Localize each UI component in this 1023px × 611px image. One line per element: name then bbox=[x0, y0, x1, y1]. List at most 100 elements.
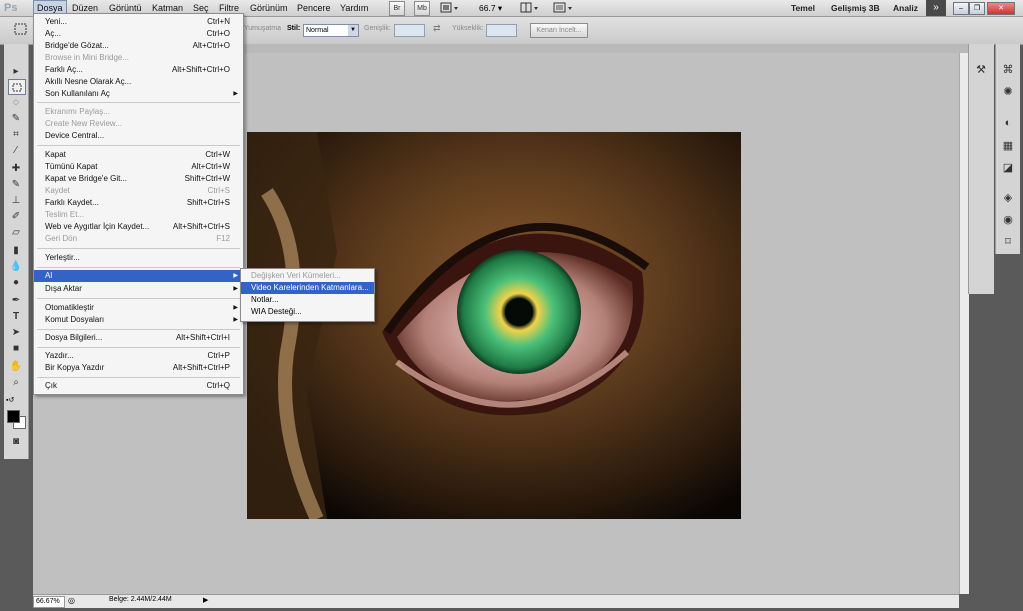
submenu-item-notlar[interactable]: Notlar... bbox=[241, 294, 374, 306]
width-label: Genişlik: bbox=[364, 25, 391, 32]
menu-item-farkli-ac[interactable]: Farklı Aç... Alt+Shift+Ctrl+O bbox=[34, 64, 243, 76]
menu-separator bbox=[37, 248, 240, 249]
menu-gorunum[interactable]: Görünüm bbox=[247, 1, 291, 15]
menu-item-shortcut: Shift+Ctrl+W bbox=[184, 174, 230, 183]
swatches-panel-icon[interactable]: ▦ bbox=[1000, 138, 1016, 152]
menu-item-kapat[interactable]: Kapat Ctrl+W bbox=[34, 149, 243, 161]
menu-item-komut-dosyalari[interactable]: Komut Dosyaları ▶ bbox=[34, 314, 243, 326]
menu-item-tumunu-kapat[interactable]: Tümünü Kapat Alt+Ctrl+W bbox=[34, 161, 243, 173]
quick-mask-icon[interactable]: ◙ bbox=[8, 434, 24, 448]
tool-presets-icon[interactable]: ⚒ bbox=[973, 62, 989, 76]
menu-separator bbox=[37, 347, 240, 348]
menu-yardim[interactable]: Yardım bbox=[337, 1, 371, 15]
status-bar: 66.67% ◎ Belge: 2.44M/2.44M ▶ bbox=[33, 594, 959, 608]
foreground-color-swatch[interactable] bbox=[7, 410, 20, 423]
screen-mode-icon[interactable] bbox=[553, 2, 575, 14]
submenu-item-wia[interactable]: WIA Desteği... bbox=[241, 306, 374, 318]
menu-item-label: Farklı Aç... bbox=[45, 65, 83, 74]
brush-panel-icon[interactable]: ⌘ bbox=[1000, 62, 1016, 76]
menu-item-web-kaydet[interactable]: Web ve Aygıtlar İçin Kaydet... Alt+Shift+… bbox=[34, 221, 243, 233]
menu-item-otomatiklestir[interactable]: Otomatikleştir ▶ bbox=[34, 302, 243, 314]
blur-tool-icon[interactable]: 💧 bbox=[8, 259, 24, 273]
quick-selection-tool-icon[interactable]: ✎ bbox=[8, 111, 24, 125]
clone-stamp-tool-icon[interactable]: ⊥ bbox=[8, 193, 24, 207]
document-image[interactable] bbox=[247, 132, 741, 519]
menu-item-device-central[interactable]: Device Central... bbox=[34, 130, 243, 142]
menu-item-label: Tümünü Kapat bbox=[45, 162, 98, 171]
menu-item-son-kullanilan[interactable]: Son Kullanılanı Aç ▶ bbox=[34, 88, 243, 100]
style-select[interactable]: Normal ▼ bbox=[303, 24, 359, 37]
height-field[interactable] bbox=[486, 24, 517, 37]
view-extras-icon[interactable] bbox=[440, 2, 460, 14]
menu-pencere[interactable]: Pencere bbox=[294, 1, 334, 15]
type-tool-icon[interactable]: T bbox=[8, 309, 24, 323]
path-selection-tool-icon[interactable]: ➤ bbox=[8, 325, 24, 339]
menu-item-yeni[interactable]: Yeni... Ctrl+N bbox=[34, 16, 243, 28]
close-icon[interactable]: ✕ bbox=[987, 2, 1015, 15]
dodge-tool-icon[interactable]: ● bbox=[8, 275, 24, 289]
menu-item-bridge-gozat[interactable]: Bridge'de Gözat... Alt+Ctrl+O bbox=[34, 40, 243, 52]
style-label: Stil: bbox=[287, 25, 301, 32]
refine-edge-button[interactable]: Kenarı İncelt... bbox=[530, 23, 588, 38]
zoom-select[interactable]: 66.7 ▾ bbox=[479, 2, 502, 14]
zoom-tool-icon[interactable]: ⌕ bbox=[8, 375, 24, 389]
status-info-icon[interactable]: ◎ bbox=[68, 596, 75, 605]
color-panel-icon[interactable]: ◐ bbox=[1000, 116, 1016, 130]
menu-item-farkli-kaydet[interactable]: Farklı Kaydet... Shift+Ctrl+S bbox=[34, 197, 243, 209]
arrange-documents-icon[interactable] bbox=[520, 2, 540, 14]
panel-dock-icons: ⌘ ✺ ◐ ▦ ◪ ◈ ◉ ⌑ bbox=[995, 44, 1020, 254]
submenu-item-video-kareleri[interactable]: Video Karelerinden Katmanlara... bbox=[241, 282, 374, 294]
bridge-button[interactable]: Br bbox=[389, 1, 405, 16]
crop-tool-icon[interactable]: ⌗ bbox=[8, 127, 24, 141]
paths-panel-icon[interactable]: ⌑ bbox=[1000, 234, 1016, 248]
menu-item-al[interactable]: Al ▶ bbox=[34, 270, 243, 282]
menu-item-shortcut: Shift+Ctrl+S bbox=[186, 198, 230, 207]
styles-panel-icon[interactable]: ◪ bbox=[1000, 160, 1016, 174]
marquee-preset-icon[interactable] bbox=[12, 21, 30, 37]
eraser-tool-icon[interactable]: ▱ bbox=[8, 225, 24, 239]
menu-item-bir-kopya-yazdir[interactable]: Bir Kopya Yazdır Alt+Shift+Ctrl+P bbox=[34, 362, 243, 374]
gradient-tool-icon[interactable]: ▮ bbox=[8, 243, 24, 257]
menu-item-yazdir[interactable]: Yazdır... Ctrl+P bbox=[34, 350, 243, 362]
move-tool-icon[interactable]: ▸ bbox=[8, 64, 24, 78]
channels-panel-icon[interactable]: ◉ bbox=[1000, 212, 1016, 226]
pen-tool-icon[interactable]: ✒ bbox=[8, 293, 24, 307]
lasso-tool-icon[interactable]: ◌ bbox=[8, 95, 24, 109]
menu-item-label: Web ve Aygıtlar İçin Kaydet... bbox=[45, 222, 150, 231]
workspace-gelismis-3b[interactable]: Gelişmiş 3B bbox=[831, 1, 880, 15]
menu-item-shortcut: Ctrl+Q bbox=[206, 381, 230, 390]
menu-item-shortcut: Ctrl+W bbox=[205, 150, 230, 159]
brush-tool-icon[interactable]: ✎ bbox=[8, 177, 24, 191]
mini-bridge-button[interactable]: Mb bbox=[414, 1, 430, 16]
history-brush-tool-icon[interactable]: ✐ bbox=[8, 209, 24, 223]
menu-item-akilli-nesne[interactable]: Akıllı Nesne Olarak Aç... bbox=[34, 76, 243, 88]
width-field[interactable] bbox=[394, 24, 425, 37]
menu-item-dosya-bilgileri[interactable]: Dosya Bilgileri... Alt+Shift+Ctrl+I bbox=[34, 332, 243, 344]
zoom-field[interactable]: 66.67% bbox=[33, 596, 65, 608]
default-colors-icon[interactable]: ▪↺ bbox=[6, 396, 14, 404]
menu-item-cik[interactable]: Çık Ctrl+Q bbox=[34, 380, 243, 392]
menu-item-label: Teslim Et... bbox=[45, 210, 85, 219]
minimize-icon[interactable]: – bbox=[953, 2, 969, 15]
workspace-temel[interactable]: Temel bbox=[791, 1, 815, 15]
menu-item-label: Akıllı Nesne Olarak Aç... bbox=[45, 77, 132, 86]
menu-item-ac[interactable]: Aç... Ctrl+O bbox=[34, 28, 243, 40]
layers-panel-icon[interactable]: ◈ bbox=[1000, 190, 1016, 204]
eyedropper-tool-icon[interactable]: ⁄ bbox=[8, 143, 24, 157]
more-workspaces-icon[interactable]: » bbox=[926, 0, 946, 16]
shape-tool-icon[interactable]: ■ bbox=[8, 341, 24, 355]
workspace-analiz[interactable]: Analiz bbox=[893, 1, 918, 15]
swap-icon[interactable]: ⇄ bbox=[433, 23, 441, 34]
menu-item-disa-aktar[interactable]: Dışa Aktar ▶ bbox=[34, 283, 243, 295]
menu-item-yerlestir[interactable]: Yerleştir... bbox=[34, 252, 243, 264]
marquee-tool-icon[interactable] bbox=[8, 79, 26, 95]
restore-icon[interactable]: ❐ bbox=[969, 2, 985, 15]
import-submenu: Değişken Veri Kümeleri... Video Kareleri… bbox=[240, 268, 375, 322]
menu-item-shortcut: Ctrl+S bbox=[207, 186, 230, 195]
menu-item-kapat-bridge[interactable]: Kapat ve Bridge'e Git... Shift+Ctrl+W bbox=[34, 173, 243, 185]
healing-brush-tool-icon[interactable]: ✚ bbox=[8, 161, 24, 175]
status-menu-arrow-icon[interactable]: ▶ bbox=[203, 596, 208, 604]
hand-tool-icon[interactable]: ✋ bbox=[8, 359, 24, 373]
submenu-arrow-icon: ▶ bbox=[233, 317, 238, 323]
adjustments-panel-icon[interactable]: ✺ bbox=[1000, 84, 1016, 98]
